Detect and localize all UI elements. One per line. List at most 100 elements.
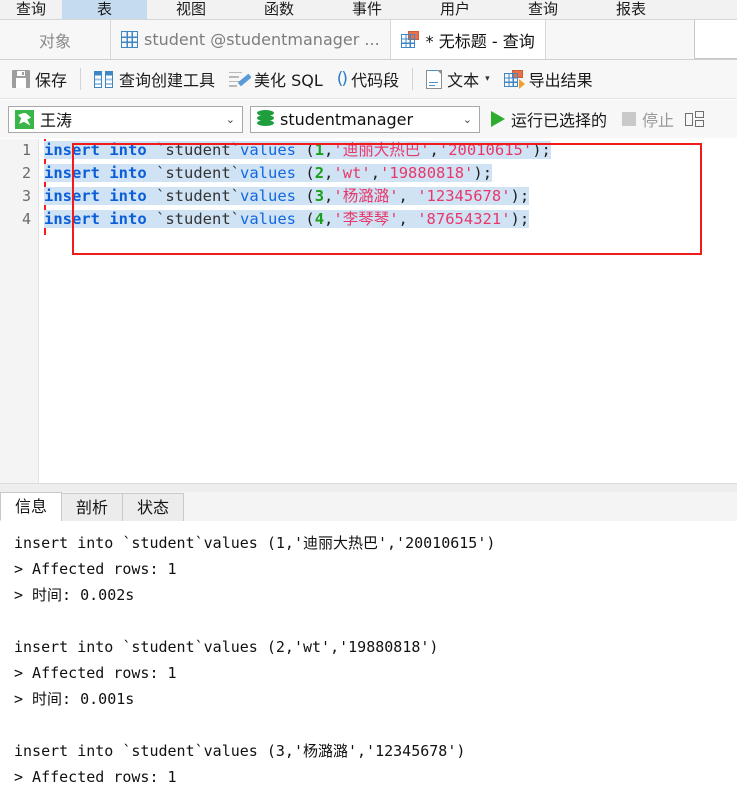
sql-token: '杨潞潞' — [333, 187, 399, 205]
text-view-label: 文本 — [447, 71, 480, 90]
object-tab-report[interactable]: 报表 — [587, 0, 675, 19]
play-icon — [491, 111, 505, 127]
sql-token: , — [398, 187, 418, 205]
sql-line-selection: insert into `student`values (1,'迪丽大热巴','… — [44, 141, 551, 159]
sql-token: 1 — [314, 141, 325, 159]
log-line: > Affected rows: 1 — [14, 768, 177, 786]
information-log-panel[interactable]: insert into `student`values (1,'迪丽大热巴','… — [0, 521, 737, 803]
code-snippet-button[interactable]: () 代码段 — [331, 64, 405, 94]
sql-token: , — [324, 141, 334, 159]
run-selected-label: 运行已选择的 — [511, 111, 608, 130]
log-line: insert into `student`values (3,'杨潞潞','12… — [14, 742, 466, 760]
object-tab-event[interactable]: 事件 — [323, 0, 411, 19]
export-result-label: 导出结果 — [528, 71, 593, 90]
sql-token: into — [109, 164, 147, 182]
connection-select[interactable]: 王涛 ⌄ — [8, 105, 243, 133]
sql-token: `student` — [156, 187, 241, 205]
stop-label: 停止 — [642, 111, 675, 130]
doc-tab-student-table[interactable]: student @studentmanager ... — [111, 20, 391, 59]
doc-tab-untitled-query[interactable]: * 无标题 - 查询 — [390, 20, 545, 59]
chevron-down-icon[interactable]: ⌄ — [463, 113, 475, 126]
line-number-gutter: 1 2 3 4 — [0, 139, 38, 483]
stop-button[interactable]: 停止 — [618, 105, 678, 133]
sql-code-area[interactable]: insert into `student`values (1,'迪丽大热巴','… — [44, 139, 737, 483]
sql-token: ( — [296, 187, 315, 205]
object-tab-view[interactable]: 视图 — [147, 0, 235, 19]
sql-token: , — [398, 210, 418, 228]
save-icon — [12, 70, 30, 88]
line-number: 4 — [21, 210, 31, 228]
beautify-sql-label: 美化 SQL — [254, 71, 323, 90]
sql-token: , — [324, 210, 334, 228]
objects-pane-label: 对象 — [0, 20, 111, 59]
sql-code-line[interactable]: insert into `student`values (4,'李琴琴', '8… — [44, 208, 737, 231]
sql-code-line[interactable]: insert into `student`values (3,'杨潞潞', '1… — [44, 185, 737, 208]
text-view-button[interactable]: 文本 ▾ — [420, 64, 496, 94]
sql-token: ); — [532, 141, 551, 159]
result-tabbar: 信息 剖析 状态 — [0, 492, 737, 522]
tabbar-corner-box — [694, 20, 737, 59]
sql-token: insert — [44, 141, 100, 159]
tab-status[interactable]: 状态 — [122, 493, 185, 521]
export-result-icon — [503, 70, 525, 89]
beautify-pencil-icon — [229, 71, 252, 88]
sql-token: '19880818' — [380, 164, 474, 182]
object-tab-query-clipped[interactable]: 查询 — [0, 0, 62, 19]
object-type-tabbar[interactable]: 查询 表 视图 函数 事件 用户 查询 报表 — [0, 0, 737, 20]
run-selected-button[interactable]: 运行已选择的 — [487, 105, 611, 133]
object-tab-table[interactable]: 表 — [62, 0, 147, 19]
connection-select-value: 王涛 — [40, 111, 73, 130]
sql-token: insert — [44, 210, 100, 228]
log-line: > 时间: 0.001s — [14, 690, 135, 708]
sql-token: `student` — [156, 141, 241, 159]
object-tab-user[interactable]: 用户 — [411, 0, 499, 19]
query-builder-button[interactable]: 查询创建工具 — [88, 64, 221, 94]
panel-layout-icon[interactable] — [685, 110, 705, 128]
doc-tab-label: student @studentmanager ... — [144, 30, 380, 49]
tab-profile[interactable]: 剖析 — [61, 493, 124, 521]
sql-token: '迪丽大热巴' — [333, 141, 430, 159]
sql-code-line[interactable]: insert into `student`values (2,'wt','198… — [44, 162, 737, 185]
log-blank-line — [14, 608, 737, 634]
beautify-sql-button[interactable]: 美化 SQL — [223, 64, 329, 94]
sql-token: '20010615' — [438, 141, 533, 159]
chevron-down-icon[interactable]: ▾ — [485, 74, 490, 84]
sql-token: 3 — [314, 187, 325, 205]
save-button[interactable]: 保存 — [6, 64, 73, 94]
sql-token: values — [240, 164, 297, 182]
query-grid-icon — [400, 31, 420, 48]
database-icon — [257, 110, 274, 128]
database-select[interactable]: studentmanager ⌄ — [250, 105, 480, 133]
sql-token: , — [370, 164, 381, 182]
tab-information[interactable]: 信息 — [0, 492, 63, 521]
sql-token: insert — [44, 164, 100, 182]
sql-token: '87654321' — [417, 210, 511, 228]
sql-token: `student` — [156, 210, 241, 228]
export-result-button[interactable]: 导出结果 — [498, 64, 599, 94]
log-line: > Affected rows: 1 — [14, 664, 177, 682]
sql-token: ); — [510, 187, 530, 205]
query-toolbar: 保存 查询创建工具 美化 SQL () 代码段 文本 ▾ 导出结果 — [0, 60, 737, 99]
sql-token: into — [109, 187, 147, 205]
database-select-value: studentmanager — [280, 109, 414, 129]
sql-token: ( — [296, 210, 315, 228]
object-tab-function[interactable]: 函数 — [235, 0, 323, 19]
sql-token: 4 — [314, 210, 325, 228]
sql-code-line[interactable]: insert into `student`values (1,'迪丽大热巴','… — [44, 139, 737, 162]
query-builder-label: 查询创建工具 — [119, 71, 216, 90]
sql-token: 2 — [314, 164, 325, 182]
sql-token: insert — [44, 187, 100, 205]
object-tab-query[interactable]: 查询 — [499, 0, 587, 19]
sql-line-selection: insert into `student`values (4,'李琴琴', '8… — [44, 210, 530, 228]
mysql-dolphin-icon — [15, 109, 34, 129]
sql-editor[interactable]: 1 2 3 4 insert into `student`values (1,'… — [0, 139, 737, 483]
sql-token: , — [324, 164, 334, 182]
chevron-down-icon[interactable]: ⌄ — [226, 113, 238, 126]
sql-token: '12345678' — [417, 187, 511, 205]
